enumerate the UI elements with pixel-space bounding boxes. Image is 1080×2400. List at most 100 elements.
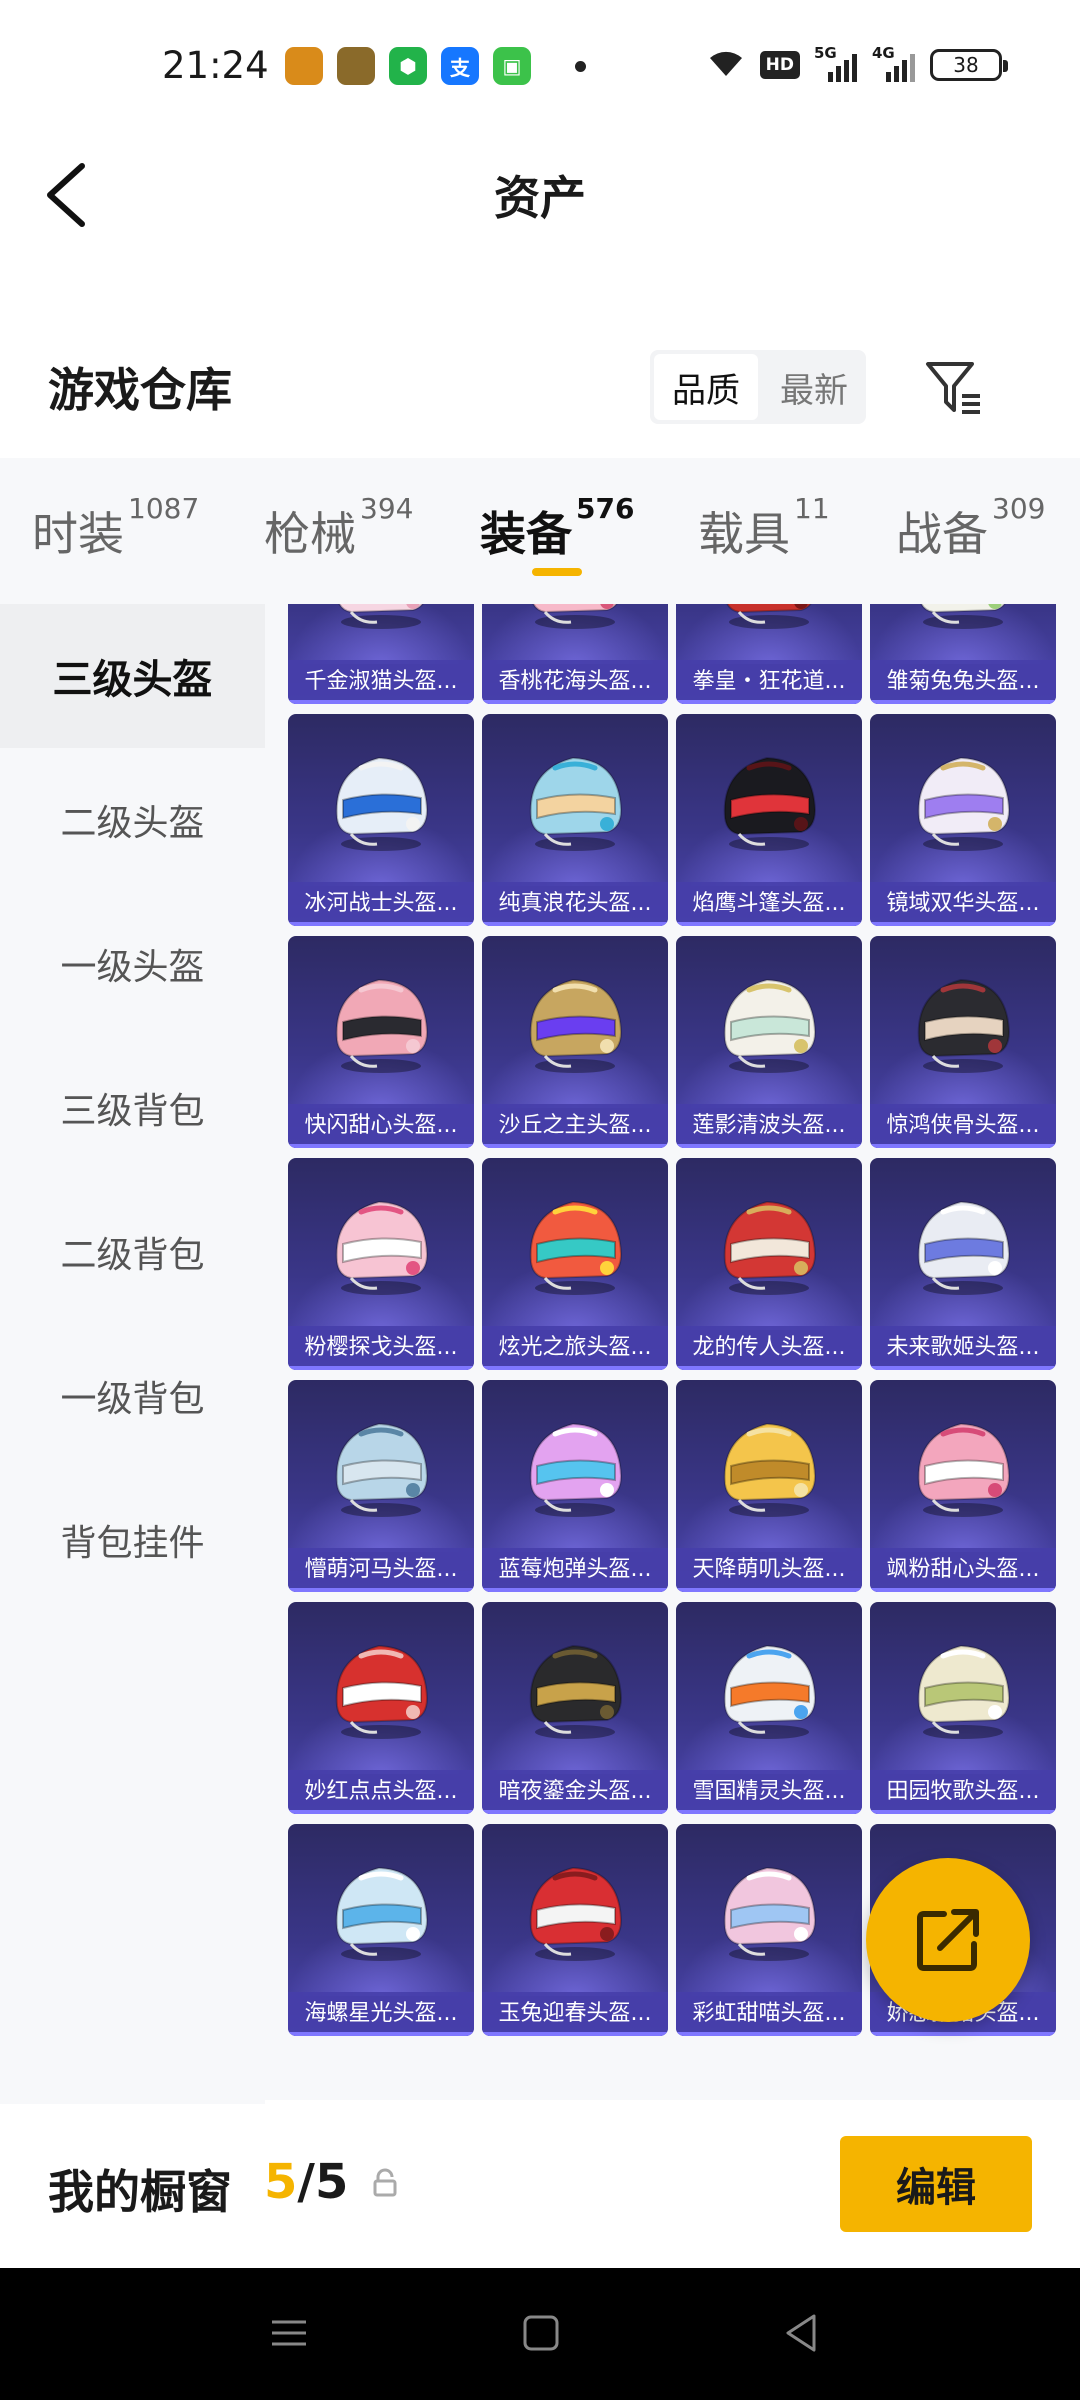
item-name: 拳皇・狂花道... (676, 660, 862, 704)
filter-icon (926, 362, 980, 414)
rarity-strip (676, 700, 862, 704)
rarity-strip (870, 1810, 1056, 1814)
sidebar-item-backpack-charm[interactable]: 背包挂件 (0, 1468, 265, 1612)
helmet-item-card[interactable]: 暗夜鎏金头盔... (482, 1602, 668, 1814)
status-bar: 21:24 ⬢ 支 ▣ HD 5G 4G 38 (0, 0, 1080, 130)
helmet-item-card[interactable]: 妙红点点头盔... (288, 1602, 474, 1814)
back-nav-icon[interactable] (776, 2308, 826, 2358)
rarity-strip (288, 1810, 474, 1814)
helmet-item-card[interactable]: 雪国精灵头盔... (676, 1602, 862, 1814)
sidebar-item-level2-helmet[interactable]: 二级头盔 (0, 748, 265, 892)
battery-icon: 38 (930, 49, 1008, 81)
rarity-strip (482, 2032, 668, 2036)
sidebar-item-level3-helmet[interactable]: 三级头盔 (0, 604, 265, 748)
tab-battle-gear[interactable]: 战备 309 (896, 492, 1045, 564)
helmet-item-card[interactable]: 玉兔迎春头盔... (482, 1824, 668, 2036)
rarity-strip (288, 1366, 474, 1370)
helmet-icon (723, 978, 817, 1073)
status-time: 21:24 (162, 44, 269, 87)
helmet-item-card[interactable]: 飒粉甜心头盔... (870, 1380, 1056, 1592)
helmet-item-card[interactable]: 惊鸿侠骨头盔... (870, 936, 1056, 1148)
lock-icon (373, 2168, 397, 2197)
item-name: 暗夜鎏金头盔... (482, 1770, 668, 1814)
helmet-icon (532, 604, 618, 629)
helmet-item-card[interactable]: 冰河战士头盔... (288, 714, 474, 926)
item-name: 天降萌叽头盔... (676, 1548, 862, 1592)
rarity-strip (676, 922, 862, 926)
helmet-item-card[interactable]: 懵萌河马头盔... (288, 1380, 474, 1592)
item-name: 懵萌河马头盔... (288, 1548, 474, 1592)
tab-fashion[interactable]: 时装 1087 (32, 492, 199, 564)
helmet-item-card[interactable]: 天降萌叽头盔... (676, 1380, 862, 1592)
active-tab-indicator (532, 568, 582, 576)
rarity-strip (870, 922, 1056, 926)
helmet-icon (726, 604, 812, 629)
tab-equipment[interactable]: 装备 576 (480, 492, 634, 564)
item-name: 冰河战士头盔... (288, 882, 474, 926)
rarity-strip (870, 700, 1056, 704)
rarity-strip (288, 700, 474, 704)
sidebar-item-level1-helmet[interactable]: 一级头盔 (0, 892, 265, 1036)
shield-app-icon: ⬢ (389, 47, 427, 85)
helmet-item-card[interactable]: 沙丘之主头盔... (482, 936, 668, 1148)
item-name: 香桃花海头盔... (482, 660, 668, 704)
showcase-count: 5/5 (264, 2154, 349, 2210)
status-notification-icons: ⬢ 支 ▣ (285, 47, 586, 85)
sidebar-item-level1-backpack[interactable]: 一级背包 (0, 1324, 265, 1468)
more-notifications-dot-icon (575, 60, 586, 72)
helmet-item-card[interactable]: 龙的传人头盔... (676, 1158, 862, 1370)
helmet-item-card[interactable]: 未来歌姬头盔... (870, 1158, 1056, 1370)
rarity-strip (870, 2032, 1056, 2036)
helmet-item-card[interactable]: 莲影清波头盔... (676, 936, 862, 1148)
showcase-title: 我的橱窗 (48, 2165, 232, 2219)
helmet-icon (723, 1866, 817, 1961)
sort-quality-option[interactable]: 品质 (654, 354, 758, 420)
helmet-item-card[interactable]: 香桃花海头盔... (482, 604, 668, 704)
sidebar-item-level2-backpack[interactable]: 二级背包 (0, 1180, 265, 1324)
share-fab-button[interactable] (866, 1858, 1030, 2022)
rarity-strip (870, 1144, 1056, 1148)
helmet-item-card[interactable]: 粉樱探戈头盔... (288, 1158, 474, 1370)
helmet-icon (920, 604, 1006, 629)
signal-5g-icon: 5G (814, 44, 858, 82)
rarity-strip (676, 1144, 862, 1148)
page-title: 资产 (494, 171, 586, 225)
helmet-item-card[interactable]: 焰鹰斗篷头盔... (676, 714, 862, 926)
helmet-item-card[interactable]: 拳皇・狂花道... (676, 604, 862, 704)
item-name: 粉樱探戈头盔... (288, 1326, 474, 1370)
helmet-item-card[interactable]: 千金淑猫头盔... (288, 604, 474, 704)
showcase-bar: 我的橱窗 5/5 编辑 (0, 2106, 1080, 2268)
helmet-item-card[interactable]: 雏菊兔兔头盔... (870, 604, 1056, 704)
helmet-item-card[interactable]: 镜域双华头盔... (870, 714, 1056, 926)
sidebar-item-level3-backpack[interactable]: 三级背包 (0, 1036, 265, 1180)
tab-guns[interactable]: 枪械 394 (264, 492, 413, 564)
warehouse-bar: 游戏仓库 品质 最新 (0, 330, 1080, 450)
helmet-item-card[interactable]: 彩虹甜喵头盔... (676, 1824, 862, 2036)
sort-segmented-control: 品质 最新 (650, 350, 866, 424)
rarity-strip (288, 922, 474, 926)
helmet-icon (335, 1422, 429, 1517)
item-name: 快闪甜心头盔... (288, 1104, 474, 1148)
helmet-item-card[interactable]: 海螺星光头盔... (288, 1824, 474, 2036)
helmet-icon (529, 1200, 623, 1295)
sort-newest-option[interactable]: 最新 (762, 350, 866, 424)
rarity-strip (288, 1144, 474, 1148)
helmet-item-card[interactable]: 蓝莓炮弹头盔... (482, 1380, 668, 1592)
menu-icon[interactable] (264, 2308, 314, 2358)
helmet-icon (529, 1644, 623, 1739)
hd-badge: HD (759, 51, 800, 79)
edit-button[interactable]: 编辑 (840, 2136, 1032, 2232)
helmet-item-card[interactable]: 田园牧歌头盔... (870, 1602, 1056, 1814)
helmet-icon (723, 1422, 817, 1517)
helmet-item-card[interactable]: 快闪甜心头盔... (288, 936, 474, 1148)
home-icon[interactable] (516, 2308, 566, 2358)
filter-button[interactable] (922, 356, 986, 420)
helmet-icon (917, 1200, 1011, 1295)
helmet-icon (529, 1866, 623, 1961)
subcategory-sidebar: 三级头盔 二级头盔 一级头盔 三级背包 二级背包 一级背包 背包挂件 (0, 604, 265, 2104)
helmet-item-card[interactable]: 炫光之旅头盔... (482, 1158, 668, 1370)
tab-vehicles[interactable]: 载具 11 (698, 492, 830, 564)
helmet-item-card[interactable]: 纯真浪花头盔... (482, 714, 668, 926)
item-name: 彩虹甜喵头盔... (676, 1992, 862, 2036)
helmet-icon (723, 1200, 817, 1295)
